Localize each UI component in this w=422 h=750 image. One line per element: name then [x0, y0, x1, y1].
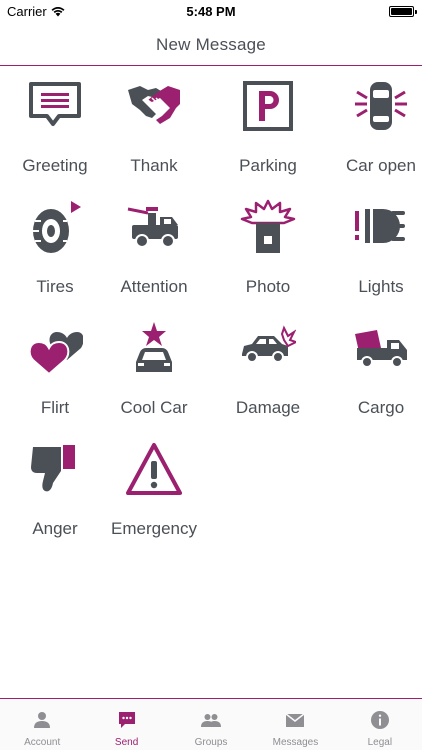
- message-label: Photo: [245, 277, 291, 296]
- message-car-open[interactable]: Car open: [326, 70, 422, 186]
- battery-icon: [389, 6, 417, 17]
- tab-account[interactable]: Account: [0, 699, 84, 750]
- message-flirt[interactable]: Flirt: [0, 312, 110, 428]
- message-cool-car[interactable]: Cool Car: [99, 312, 209, 428]
- tab-label: Account: [24, 737, 61, 748]
- navigation-bar: New Message: [0, 24, 422, 66]
- message-label: Car open: [346, 156, 416, 175]
- tire-icon: [27, 199, 83, 255]
- tab-label: Groups: [194, 737, 228, 748]
- star-car-icon: [126, 320, 182, 376]
- hearts-icon: [27, 320, 83, 376]
- group-icon: [201, 710, 222, 730]
- message-greeting[interactable]: Greeting: [0, 70, 110, 186]
- message-lights[interactable]: Lights: [326, 191, 422, 307]
- status-bar: Carrier 5:48 PM: [0, 0, 422, 24]
- car-damage-icon: [240, 320, 296, 376]
- tab-label: Legal: [367, 737, 393, 748]
- handshake-icon: [126, 78, 182, 134]
- message-parking[interactable]: Parking: [213, 70, 323, 186]
- message-label: Lights: [358, 277, 404, 296]
- thumbs-down-icon: [27, 441, 83, 497]
- message-cargo[interactable]: Cargo: [326, 312, 422, 428]
- message-label: Tires: [36, 277, 74, 296]
- speed-camera-icon: [240, 199, 296, 255]
- envelope-icon: [285, 710, 305, 730]
- message-label: Greeting: [22, 156, 88, 175]
- parking-sign-icon: [240, 78, 296, 134]
- message-tires[interactable]: Tires: [0, 191, 110, 307]
- message-label: Cool Car: [120, 398, 188, 417]
- tab-messages[interactable]: Messages: [253, 699, 337, 750]
- message-label: Flirt: [40, 398, 70, 417]
- tab-label: Send: [114, 737, 139, 748]
- info-icon: [370, 710, 390, 730]
- status-time: 5:48 PM: [186, 4, 236, 19]
- message-label: Attention: [120, 277, 188, 296]
- car-open-icon: [353, 78, 409, 134]
- speech-bubble-icon: [27, 78, 83, 134]
- message-attention[interactable]: Attention: [99, 191, 209, 307]
- chat-bubble-icon: [117, 710, 137, 730]
- message-label: Parking: [239, 156, 297, 175]
- message-label: Damage: [235, 398, 301, 417]
- headlight-icon: [353, 199, 409, 255]
- warning-triangle-icon: [126, 441, 182, 497]
- page-title: New Message: [156, 35, 266, 54]
- cargo-truck-icon: [353, 320, 409, 376]
- message-photo[interactable]: Photo: [213, 191, 323, 307]
- tab-send[interactable]: Send: [84, 699, 168, 750]
- person-icon: [32, 710, 52, 730]
- tab-bar: Account Send Groups Messages Legal: [0, 698, 422, 750]
- message-label: Thank: [130, 156, 178, 175]
- tow-truck-icon: [126, 199, 182, 255]
- message-label: Anger: [32, 519, 78, 538]
- message-thank[interactable]: Thank: [99, 70, 209, 186]
- tab-label: Messages: [272, 737, 319, 748]
- message-emergency[interactable]: Emergency: [99, 433, 209, 549]
- tab-groups[interactable]: Groups: [169, 699, 253, 750]
- message-damage[interactable]: Damage: [213, 312, 323, 428]
- message-anger[interactable]: Anger: [0, 433, 110, 549]
- message-label: Cargo: [357, 398, 405, 417]
- tab-legal[interactable]: Legal: [338, 699, 422, 750]
- message-label: Emergency: [111, 519, 197, 538]
